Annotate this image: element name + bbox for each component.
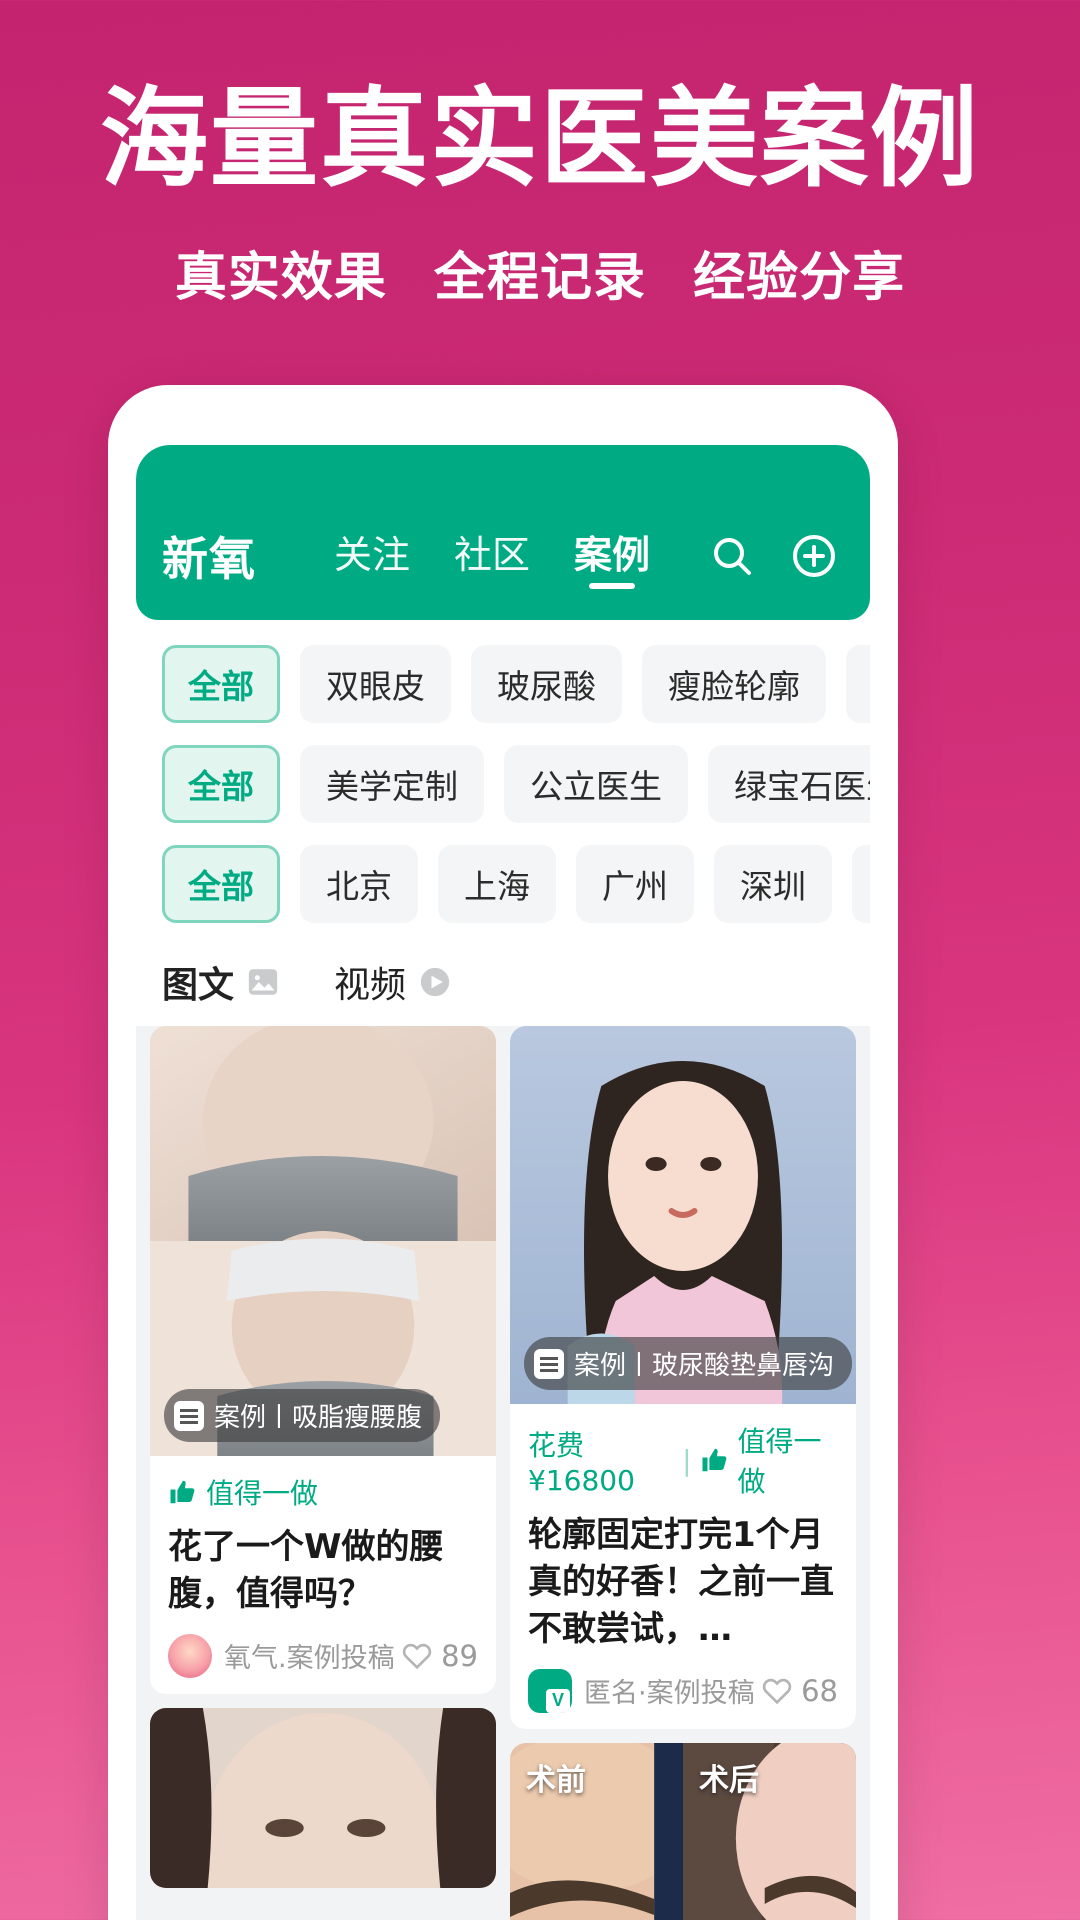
media-tabs: 图文 视频 xyxy=(136,934,870,1026)
nav-tab-community[interactable]: 社区 xyxy=(454,524,530,589)
card-meta: 值得一做 xyxy=(168,1472,478,1512)
card-image-partial xyxy=(150,1707,496,1888)
chip-city-0[interactable]: 全部 xyxy=(162,845,280,923)
chip-doctor-1[interactable]: 美学定制 xyxy=(300,745,484,823)
feed-column-left: 案例丨吸脂瘦腰腹 值得一做 花了一个W做的腰腹，值得吗？ 氧气.案例投稿 89 xyxy=(150,1026,496,1920)
chip-doctor-2[interactable]: 公立医生 xyxy=(504,745,688,823)
nav-tab-follow[interactable]: 关注 xyxy=(334,524,410,589)
document-icon xyxy=(174,1400,204,1431)
chip-city-1[interactable]: 北京 xyxy=(300,845,418,923)
chip-category-4[interactable]: 除皱抗衰 xyxy=(846,645,870,723)
nav-icons xyxy=(708,532,844,580)
card-author: 氧气.案例投稿 xyxy=(224,1643,395,1675)
app-header: 新氧 关注 社区 案例 xyxy=(136,445,870,620)
promo-subtitle-item-0: 真实效果 xyxy=(174,247,387,308)
filter-chips: 全部 双眼皮 玻尿酸 瘦脸轮廓 除皱抗衰 除 全部 美学定制 公立医生 绿宝石医… xyxy=(136,620,870,934)
nav-tab-cases[interactable]: 案例 xyxy=(574,524,650,589)
promo-subtitle-item-1: 全程记录 xyxy=(433,247,646,308)
card-rating: 值得一做 xyxy=(206,1477,319,1510)
feed-column-right: 案例丨玻尿酸垫鼻唇沟 花费¥16800 | 值得一做 轮廓固定打完1个月真的好香… xyxy=(510,1026,856,1920)
thumbs-up-icon xyxy=(700,1445,730,1475)
image-icon xyxy=(246,965,280,999)
card-title: 轮廓固定打完1个月真的好香！之前一直不敢尝试，… xyxy=(528,1515,834,1649)
card-image-before-after: 术前 术后 xyxy=(510,1742,856,1920)
nav-row: 新氧 关注 社区 案例 xyxy=(136,510,870,602)
chip-city-4[interactable]: 深圳 xyxy=(714,845,832,923)
verified-avatar[interactable] xyxy=(528,1668,572,1713)
feed-card-partial-left[interactable] xyxy=(150,1707,496,1888)
case-tag-label: 案例丨玻尿酸垫鼻唇沟 xyxy=(574,1351,835,1381)
app-screen: 新氧 关注 社区 案例 全部 双眼皮 玻尿酸 瘦脸轮廓 全部 美学定制 公立医生… xyxy=(136,445,870,1920)
case-tag: 案例丨吸脂瘦腰腹 xyxy=(164,1389,441,1442)
tab-graphic-label: 图文 xyxy=(162,965,235,1006)
card-title: 花了一个W做的腰腹，值得吗？ xyxy=(168,1527,444,1614)
play-icon xyxy=(418,965,452,999)
meta-separator: | xyxy=(682,1443,692,1477)
like-count: 68 xyxy=(801,1673,838,1708)
before-pane: 术前 xyxy=(510,1742,683,1920)
card-image: 案例丨吸脂瘦腰腹 xyxy=(150,1026,496,1456)
chip-doctor-3[interactable]: 绿宝石医生 xyxy=(708,745,870,823)
card-author: 匿名·案例投稿 xyxy=(584,1678,755,1710)
card-rating: 值得一做 xyxy=(737,1425,822,1498)
heart-icon[interactable] xyxy=(401,1640,433,1672)
heart-icon[interactable] xyxy=(761,1675,793,1707)
document-icon xyxy=(534,1348,564,1379)
chip-doctor-0[interactable]: 全部 xyxy=(162,745,280,823)
filter-row-category[interactable]: 全部 双眼皮 玻尿酸 瘦脸轮廓 除皱抗衰 除 xyxy=(136,634,870,734)
feed-card-before-after[interactable]: 术前 术后 xyxy=(510,1742,856,1920)
chip-city-5[interactable]: 成都 xyxy=(852,845,870,923)
before-label: 术前 xyxy=(526,1762,586,1798)
nav-tabs: 关注 社区 案例 xyxy=(334,524,650,589)
feed-card-filler[interactable]: 案例丨玻尿酸垫鼻唇沟 花费¥16800 | 值得一做 轮廓固定打完1个月真的好香… xyxy=(510,1026,856,1729)
app-logo: 新氧 xyxy=(162,532,256,586)
card-footer: 氧气.案例投稿 89 xyxy=(168,1633,478,1678)
card-image: 案例丨玻尿酸垫鼻唇沟 xyxy=(510,1026,856,1404)
card-price: 花费¥16800 xyxy=(528,1428,635,1497)
after-label: 术后 xyxy=(699,1762,759,1798)
card-meta: 花费¥16800 | 值得一做 xyxy=(528,1420,838,1500)
chip-category-1[interactable]: 双眼皮 xyxy=(300,645,451,723)
card-body: 值得一做 花了一个W做的腰腹，值得吗？ 氧气.案例投稿 89 xyxy=(150,1456,496,1694)
case-tag: 案例丨玻尿酸垫鼻唇沟 xyxy=(524,1337,853,1390)
chip-city-3[interactable]: 广州 xyxy=(576,845,694,923)
case-tag-label: 案例丨吸脂瘦腰腹 xyxy=(214,1403,423,1433)
feed-card-waist[interactable]: 案例丨吸脂瘦腰腹 值得一做 花了一个W做的腰腹，值得吗？ 氧气.案例投稿 89 xyxy=(150,1026,496,1694)
after-pane: 术后 xyxy=(683,1742,856,1920)
filter-row-city[interactable]: 全部 北京 上海 广州 深圳 成都 重庆 xyxy=(136,834,870,934)
chip-city-2[interactable]: 上海 xyxy=(438,845,556,923)
promo-subtitle-item-2: 经验分享 xyxy=(693,247,906,308)
avatar[interactable] xyxy=(168,1633,212,1678)
thumbs-up-icon xyxy=(168,1477,198,1507)
chip-category-0[interactable]: 全部 xyxy=(162,645,280,723)
promo-title: 海量真实医美案例 xyxy=(99,77,980,202)
search-icon[interactable] xyxy=(708,532,756,580)
tab-graphic[interactable]: 图文 xyxy=(162,956,280,1008)
card-footer: 匿名·案例投稿 68 xyxy=(528,1668,838,1713)
tab-video-label: 视频 xyxy=(334,965,407,1006)
plus-circle-icon[interactable] xyxy=(790,532,838,580)
chip-category-2[interactable]: 玻尿酸 xyxy=(471,645,622,723)
filter-row-doctor[interactable]: 全部 美学定制 公立医生 绿宝石医生 厂家案例 xyxy=(136,734,870,834)
like-group[interactable]: 68 xyxy=(761,1674,838,1708)
card-body: 花费¥16800 | 值得一做 轮廓固定打完1个月真的好香！之前一直不敢尝试，…… xyxy=(510,1404,856,1729)
feed: 案例丨吸脂瘦腰腹 值得一做 花了一个W做的腰腹，值得吗？ 氧气.案例投稿 89 … xyxy=(136,1026,870,1920)
phone-mockup: 新氧 关注 社区 案例 全部 双眼皮 玻尿酸 瘦脸轮廓 全部 美学定制 公立医生… xyxy=(108,385,898,1920)
promo-banner: 海量真实医美案例 真实效果 全程记录 经验分享 xyxy=(0,0,1080,310)
like-group[interactable]: 89 xyxy=(401,1639,478,1673)
promo-subtitle: 真实效果 全程记录 经验分享 xyxy=(0,235,1080,310)
before-after-split: 术前 术后 xyxy=(510,1742,856,1920)
like-count: 89 xyxy=(441,1638,478,1673)
tab-video[interactable]: 视频 xyxy=(334,956,452,1008)
chip-category-3[interactable]: 瘦脸轮廓 xyxy=(642,645,826,723)
